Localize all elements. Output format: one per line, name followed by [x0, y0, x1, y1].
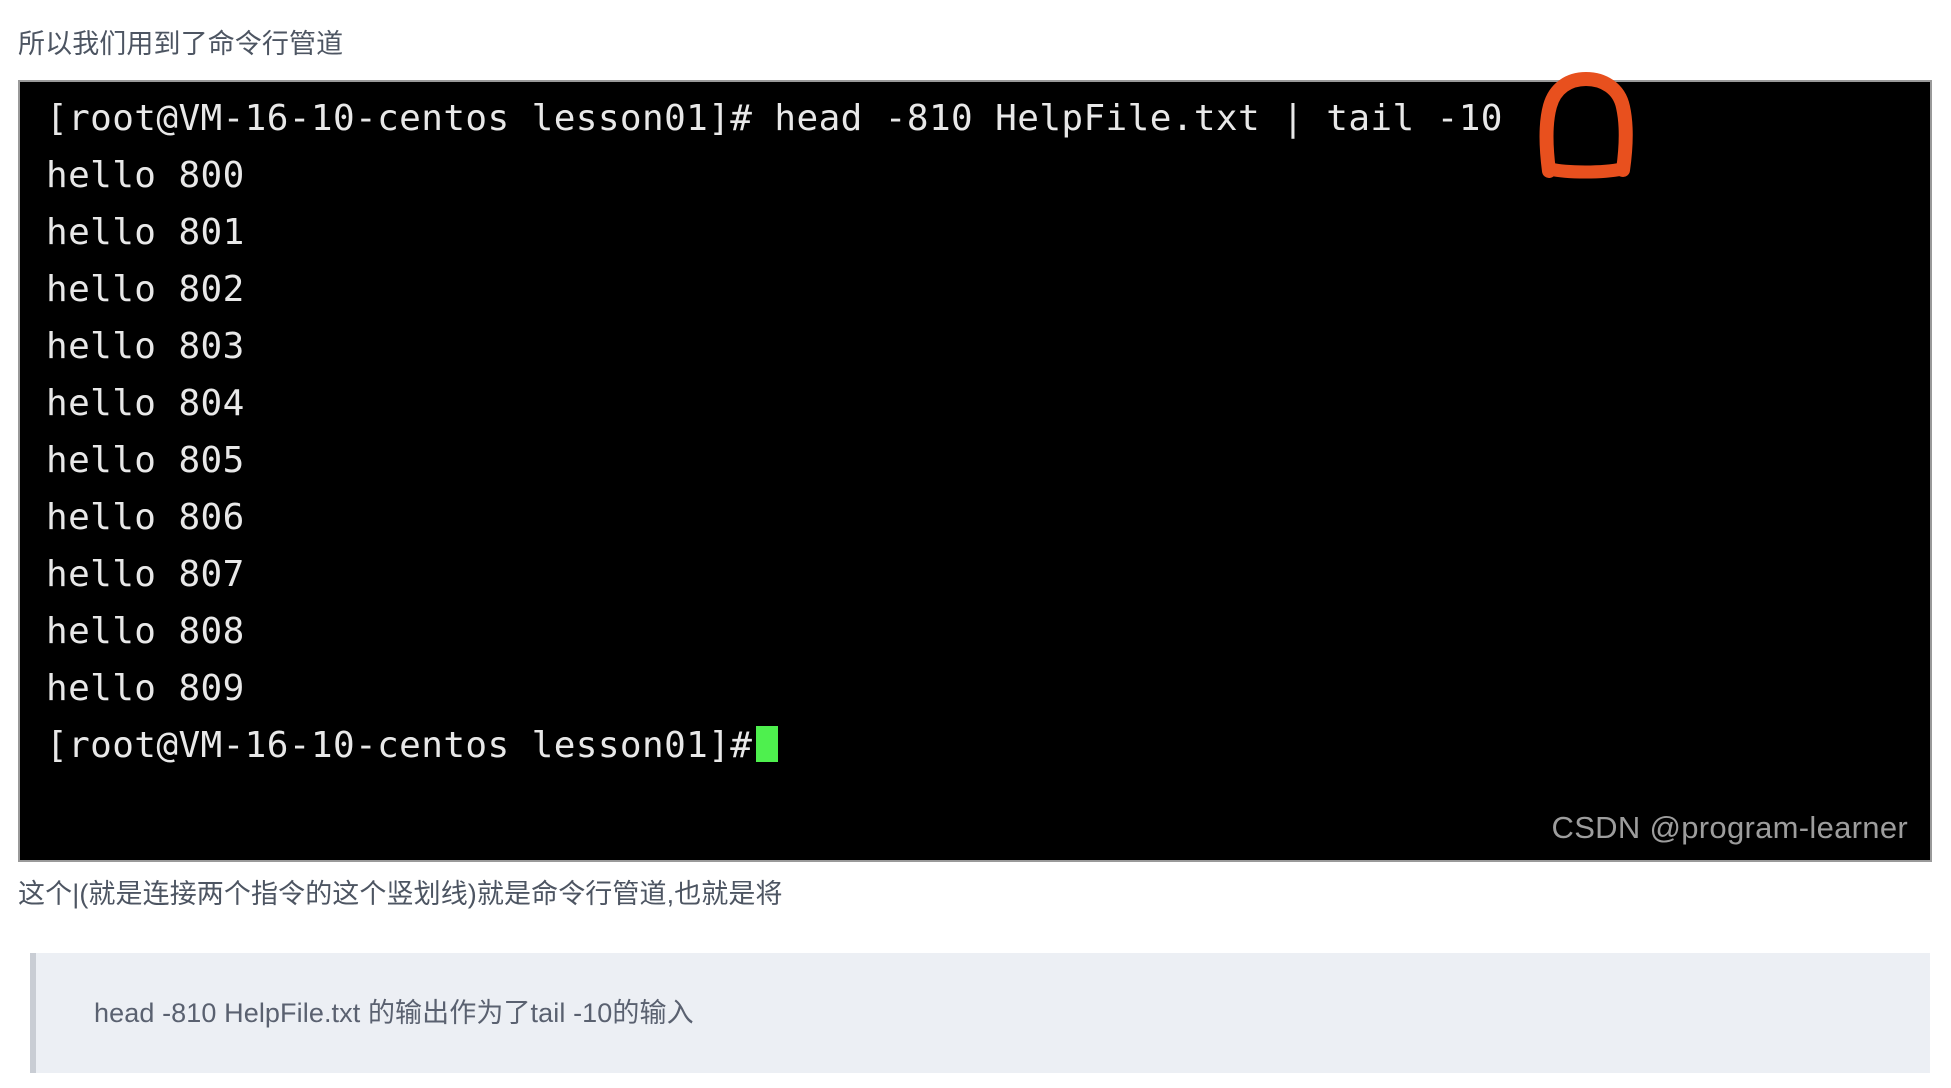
terminal-output-line: hello 809	[46, 668, 245, 709]
terminal-output-line: hello 805	[46, 440, 245, 481]
terminal-content: [root@VM-16-10-centos lesson01]# head -8…	[46, 90, 1930, 860]
terminal-command-line: [root@VM-16-10-centos lesson01]# head -8…	[46, 98, 1503, 139]
quote-callout: head -810 HelpFile.txt 的输出作为了tail -10的输入	[30, 953, 1930, 1073]
terminal-cursor	[756, 726, 779, 762]
csdn-watermark: CSDN @program-learner	[1551, 810, 1908, 845]
terminal-output-line: hello 804	[46, 383, 245, 424]
terminal-output-line: hello 807	[46, 554, 245, 595]
quote-text: head -810 HelpFile.txt 的输出作为了tail -10的输入	[94, 998, 694, 1028]
terminal-final-prompt: [root@VM-16-10-centos lesson01]#	[46, 725, 753, 766]
terminal-output-line: hello 808	[46, 611, 245, 652]
intro-paragraph: 所以我们用到了命令行管道	[18, 29, 344, 59]
terminal-output-line: hello 806	[46, 497, 245, 538]
explanation-paragraph: 这个|(就是连接两个指令的这个竖划线)就是命令行管道,也就是将	[18, 879, 783, 909]
terminal-output-line: hello 803	[46, 326, 245, 367]
terminal-output-line: hello 800	[46, 155, 245, 196]
article-page: 所以我们用到了命令行管道 [root@VM-16-10-centos lesso…	[0, 0, 1951, 1088]
terminal-output-line: hello 802	[46, 269, 245, 310]
terminal-output-line: hello 801	[46, 212, 245, 253]
terminal-window: [root@VM-16-10-centos lesson01]# head -8…	[18, 80, 1932, 862]
terminal-final-prompt-line: [root@VM-16-10-centos lesson01]#	[46, 717, 1930, 774]
